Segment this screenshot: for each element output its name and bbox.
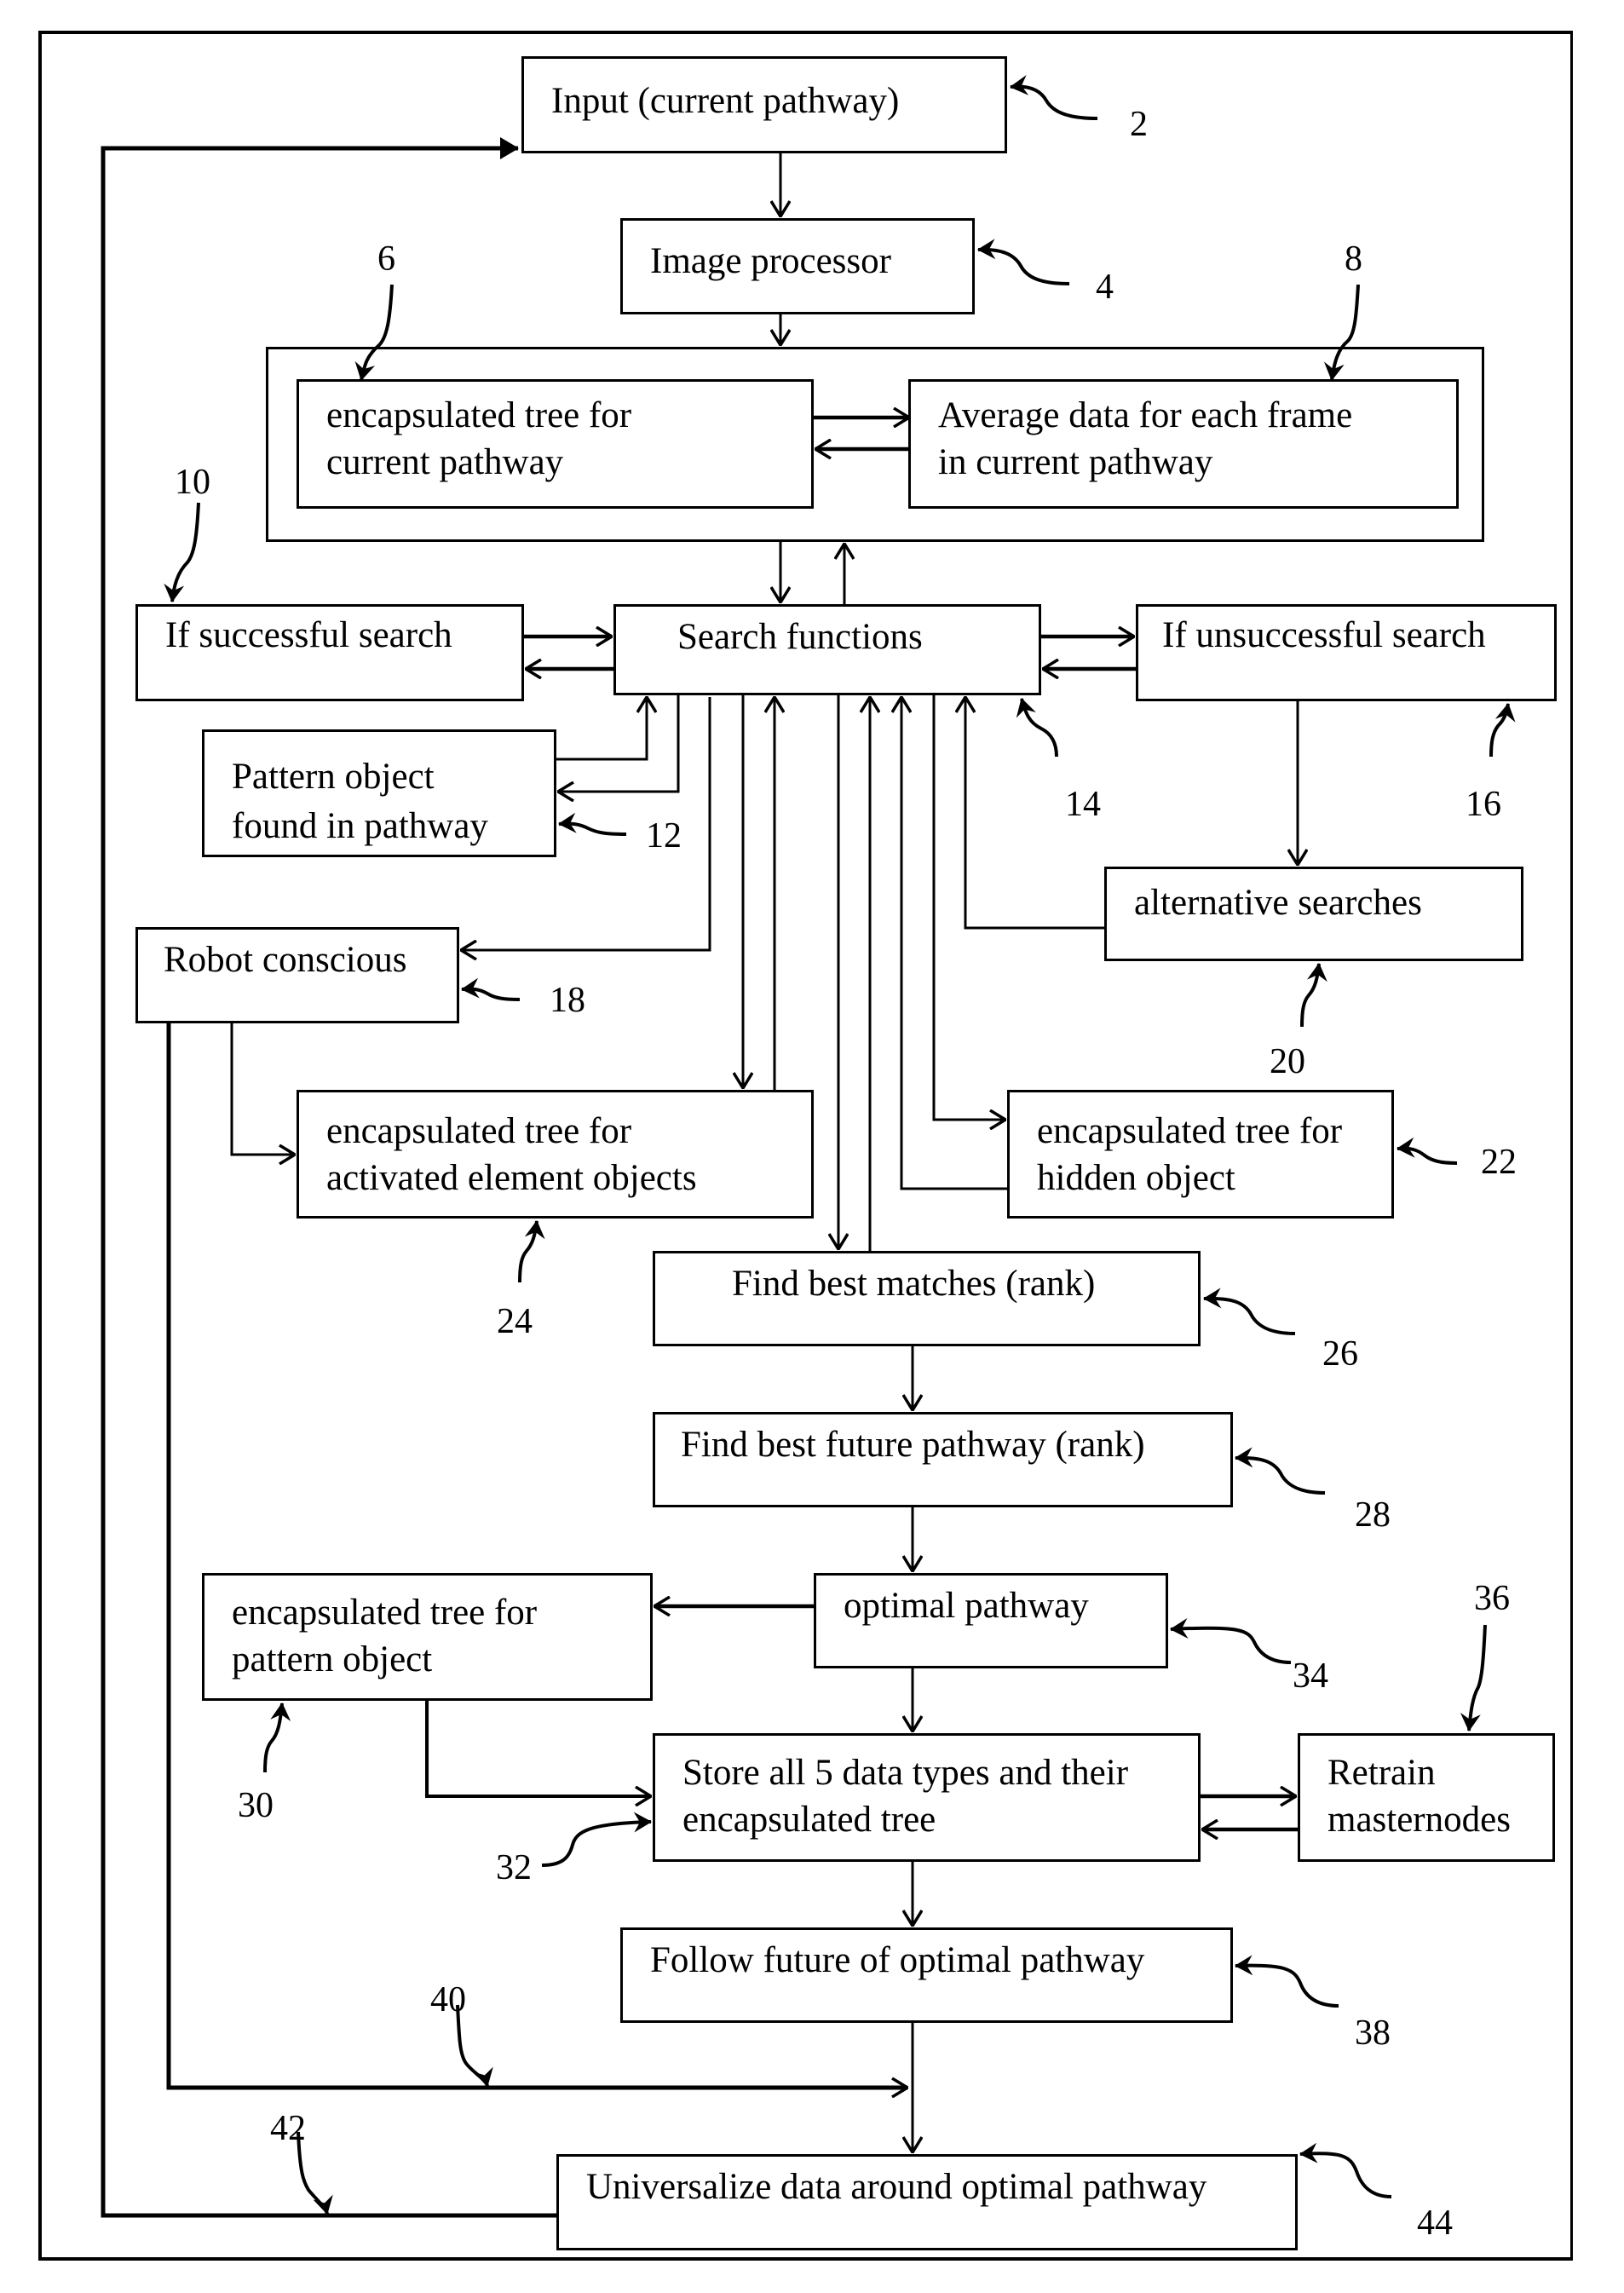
box-alternative-searches-label: alternative searches [1134,883,1422,923]
leader-20 [1300,963,1327,1028]
leader-2 [1010,74,1098,120]
edge-patterntree-store [425,1701,651,1796]
ref-44: 44 [1417,2204,1453,2243]
box-average-data[interactable]: Average data for each frame in current p… [908,379,1459,509]
edge-hidden-search [901,697,1007,1190]
leader-32 [541,1812,652,1867]
box-best-future-label: Find best future pathway (rank) [681,1425,1145,1465]
box-successful[interactable]: If successful search [135,604,524,701]
box-input[interactable]: Input (current pathway) [521,56,1007,153]
leader-34 [1170,1618,1292,1664]
ref-30: 30 [238,1786,274,1825]
ref-22: 22 [1481,1143,1517,1182]
box-follow[interactable]: Follow future of optimal pathway [620,1927,1233,2023]
leader-10 [164,502,200,602]
box-tree-hidden-label: encapsulated tree for hidden object [1037,1111,1343,1198]
box-store-label: Store all 5 data types and their encapsu… [682,1753,1129,1840]
ref-24: 24 [497,1302,533,1341]
leader-22 [1397,1137,1458,1165]
box-universalize[interactable]: Universalize data around optimal pathway [556,2154,1298,2250]
leader-12 [558,812,627,836]
ref-40: 40 [430,1980,466,2019]
ref-2: 2 [1130,105,1148,144]
leader-14 [1016,698,1058,758]
edge-pattern-search [556,697,647,761]
ref-14: 14 [1065,785,1101,824]
leader-28 [1235,1447,1326,1495]
box-retrain-label: Retrain masternodes [1327,1753,1511,1840]
ref-36: 36 [1474,1579,1510,1618]
box-optimal[interactable]: optimal pathway [814,1573,1168,1668]
leader-38 [1235,1955,1339,2008]
box-universalize-label: Universalize data around optimal pathway [586,2167,1207,2207]
leader-4 [977,239,1070,285]
box-alternative-searches[interactable]: alternative searches [1104,867,1523,961]
leader-18 [461,977,521,1001]
box-tree-pattern-label: encapsulated tree for pattern object [232,1593,538,1679]
box-robot-conscious[interactable]: Robot conscious [135,927,459,1023]
ref-32: 32 [496,1848,532,1887]
box-tree-hidden[interactable]: encapsulated tree for hidden object [1007,1090,1394,1219]
ref-18: 18 [550,981,585,1020]
box-pattern-found-label: Pattern object found in pathway [232,757,488,846]
box-tree-current[interactable]: encapsulated tree for current pathway [297,379,814,509]
box-image-processor-label: Image processor [650,241,891,281]
box-pattern-found[interactable]: Pattern object found in pathway [202,729,556,857]
box-best-matches[interactable]: Find best matches (rank) [653,1251,1201,1346]
ref-8: 8 [1345,239,1362,279]
box-input-label: Input (current pathway) [551,81,900,121]
edge-search-pattern [558,695,680,792]
edge-robot-activated [230,1023,295,1155]
box-optimal-label: optimal pathway [844,1586,1089,1626]
box-unsuccessful[interactable]: If unsuccessful search [1136,604,1557,701]
box-retrain[interactable]: Retrain masternodes [1298,1733,1555,1862]
box-best-future[interactable]: Find best future pathway (rank) [653,1412,1233,1507]
box-tree-pattern[interactable]: encapsulated tree for pattern object [202,1573,653,1701]
leader-26 [1203,1288,1296,1335]
leader-36 [1460,1624,1487,1731]
edge-search-hidden [932,695,1005,1120]
box-tree-current-label: encapsulated tree for current pathway [326,395,632,482]
box-tree-activated-label: encapsulated tree for activated element … [326,1111,697,1198]
leader-24 [518,1220,545,1283]
box-store[interactable]: Store all 5 data types and their encapsu… [653,1733,1201,1862]
ref-26: 26 [1322,1334,1358,1374]
ref-12: 12 [646,816,682,856]
ref-4: 4 [1096,268,1114,307]
leader-16 [1489,703,1516,758]
box-robot-conscious-label: Robot conscious [164,940,407,980]
box-best-matches-label: Find best matches (rank) [732,1264,1096,1304]
box-search-functions[interactable]: Search functions [613,604,1041,695]
box-search-functions-label: Search functions [677,617,923,657]
ref-10: 10 [175,463,210,502]
box-successful-label: If successful search [165,615,452,655]
ref-34: 34 [1293,1656,1328,1696]
leader-30 [263,1702,291,1773]
box-average-data-label: Average data for each frame in current p… [938,395,1353,482]
box-tree-activated[interactable]: encapsulated tree for activated element … [297,1090,814,1219]
ref-28: 28 [1355,1495,1391,1535]
ref-42: 42 [270,2109,306,2148]
box-unsuccessful-label: If unsuccessful search [1162,615,1486,655]
ref-20: 20 [1270,1042,1305,1081]
ref-38: 38 [1355,2014,1391,2053]
box-image-processor[interactable]: Image processor [620,218,975,314]
box-follow-label: Follow future of optimal pathway [650,1940,1145,1980]
ref-16: 16 [1466,785,1501,824]
ref-6: 6 [377,239,395,279]
leader-44 [1299,2142,1392,2198]
